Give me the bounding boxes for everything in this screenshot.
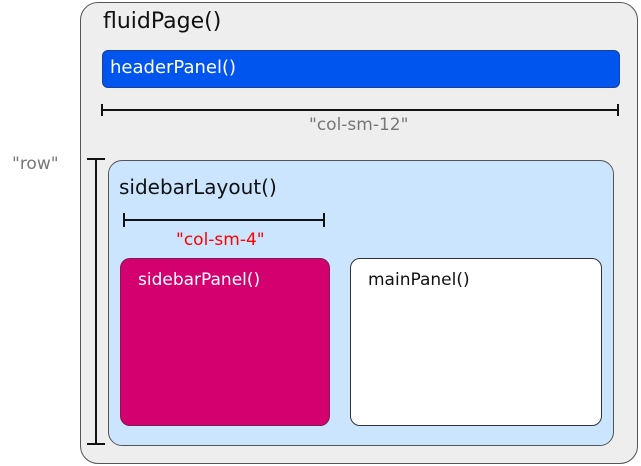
- col-sm-12-label: "col-sm-12": [309, 115, 409, 135]
- main-panel-label: mainPanel(): [368, 270, 470, 290]
- col-sm-4-label: "col-sm-4": [176, 230, 265, 250]
- sidebar-layout-label: sidebarLayout(): [119, 175, 277, 199]
- col-sm-4-measure: [123, 213, 325, 227]
- row-label: "row": [12, 154, 59, 174]
- header-panel-label: headerPanel(): [110, 57, 237, 78]
- fluid-page-label: fluidPage(): [103, 9, 222, 34]
- sidebar-panel-label: sidebarPanel(): [138, 270, 261, 290]
- row-measure: [87, 158, 105, 445]
